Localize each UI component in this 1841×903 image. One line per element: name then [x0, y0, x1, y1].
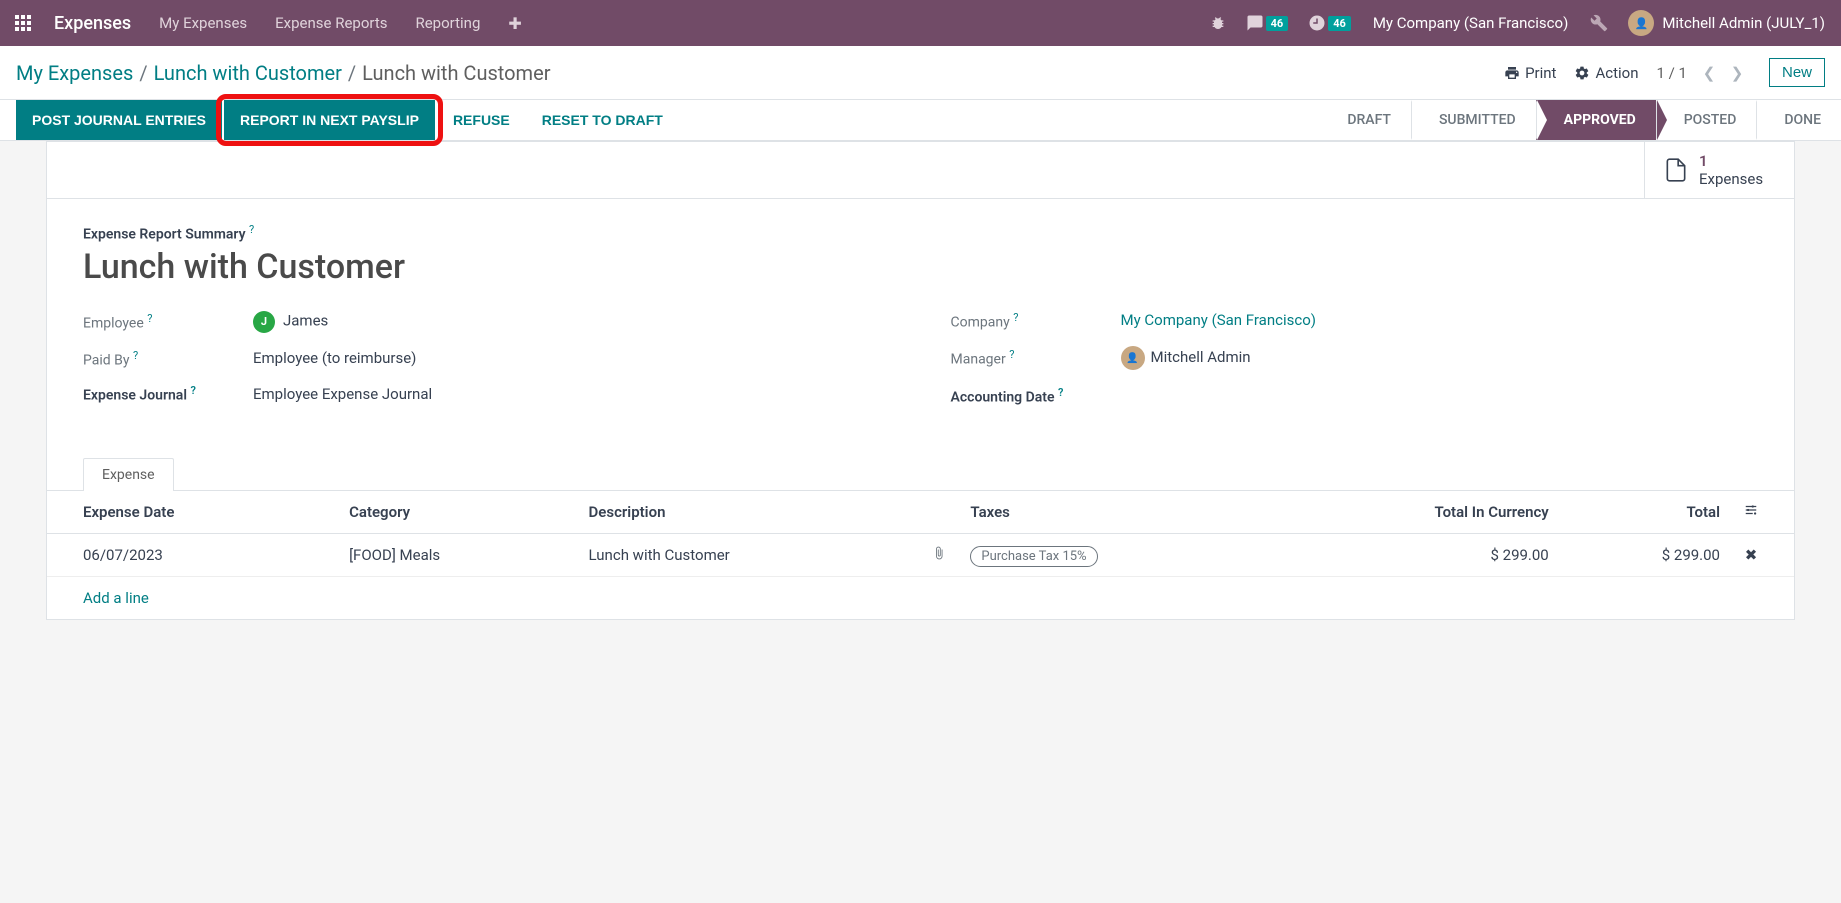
- help-icon[interactable]: ?: [147, 312, 152, 325]
- manager-avatar: 👤: [1121, 346, 1145, 370]
- accdate-label: Accounting Date: [951, 390, 1055, 406]
- app-name[interactable]: Expenses: [40, 13, 145, 34]
- form-sheet: 1 Expenses Expense Report Summary ? Lunc…: [46, 141, 1795, 620]
- new-button[interactable]: New: [1769, 58, 1825, 87]
- manager-field[interactable]: 👤Mitchell Admin: [1121, 346, 1759, 370]
- help-icon[interactable]: ?: [249, 223, 254, 236]
- user-avatar: 👤: [1628, 10, 1654, 36]
- stat-count: 1: [1699, 152, 1763, 170]
- stat-expenses-button[interactable]: 1 Expenses: [1644, 142, 1794, 198]
- activities-icon[interactable]: 46: [1298, 14, 1361, 32]
- statusbar: DRAFT SUBMITTED APPROVED POSTED DONE: [1319, 100, 1841, 140]
- apps-menu-icon[interactable]: [6, 6, 40, 40]
- help-icon[interactable]: ?: [1058, 386, 1063, 399]
- status-done[interactable]: DONE: [1756, 100, 1841, 140]
- help-icon[interactable]: ?: [1013, 311, 1018, 324]
- cell-description[interactable]: Lunch with Customer: [577, 533, 921, 576]
- paidby-label: Paid By: [83, 352, 130, 368]
- nav-expense-reports[interactable]: Expense Reports: [261, 14, 401, 32]
- help-icon[interactable]: ?: [190, 384, 195, 397]
- cell-category[interactable]: [FOOD] Meals: [337, 533, 576, 576]
- help-icon[interactable]: ?: [133, 349, 138, 362]
- attachment-icon[interactable]: [920, 533, 958, 576]
- cell-taxes[interactable]: Purchase Tax 15%: [958, 533, 1273, 576]
- action-button[interactable]: Action: [1574, 64, 1638, 82]
- control-panel: My Expenses / Lunch with Customer / Lunc…: [0, 46, 1841, 100]
- company-label: Company: [951, 314, 1010, 330]
- breadcrumb-mid[interactable]: Lunch with Customer: [154, 61, 342, 85]
- cell-total-currency[interactable]: $ 299.00: [1273, 533, 1561, 576]
- pager-next-icon[interactable]: ❯: [1723, 59, 1751, 87]
- breadcrumb-current: Lunch with Customer: [362, 61, 550, 85]
- breadcrumb: My Expenses / Lunch with Customer / Lunc…: [16, 61, 550, 85]
- debug-icon[interactable]: [1200, 15, 1236, 31]
- nav-my-expenses[interactable]: My Expenses: [145, 14, 261, 32]
- summary-label: Expense Report Summary: [83, 227, 246, 243]
- report-in-next-payslip-button[interactable]: REPORT IN NEXT PAYSLIP: [224, 100, 435, 140]
- paidby-field[interactable]: Employee (to reimburse): [253, 349, 891, 367]
- nav-new-icon[interactable]: ✚: [494, 14, 535, 33]
- status-submitted[interactable]: SUBMITTED: [1411, 100, 1536, 140]
- statusbar-row: POST JOURNAL ENTRIES REPORT IN NEXT PAYS…: [0, 100, 1841, 141]
- th-taxes[interactable]: Taxes: [958, 491, 1273, 534]
- journal-field[interactable]: Employee Expense Journal: [253, 385, 891, 403]
- status-approved[interactable]: APPROVED: [1536, 100, 1656, 140]
- company-field[interactable]: My Company (San Francisco): [1121, 311, 1759, 329]
- reset-to-draft-button[interactable]: RESET TO DRAFT: [526, 100, 679, 140]
- breadcrumb-root[interactable]: My Expenses: [16, 61, 133, 85]
- manager-label: Manager: [951, 352, 1006, 368]
- messages-icon[interactable]: 46: [1236, 14, 1299, 32]
- add-line-button[interactable]: Add a line: [47, 577, 1794, 619]
- cell-date[interactable]: 06/07/2023: [47, 533, 337, 576]
- nav-reporting[interactable]: Reporting: [401, 14, 494, 32]
- th-category[interactable]: Category: [337, 491, 576, 534]
- th-total-currency[interactable]: Total In Currency: [1273, 491, 1561, 534]
- row-delete-icon[interactable]: ✖: [1732, 533, 1794, 576]
- tools-icon[interactable]: [1580, 14, 1618, 32]
- tab-expense[interactable]: Expense: [83, 458, 174, 491]
- th-description[interactable]: Description: [577, 491, 921, 534]
- main-navbar: Expenses My Expenses Expense Reports Rep…: [0, 0, 1841, 46]
- th-date[interactable]: Expense Date: [47, 491, 337, 534]
- record-title[interactable]: Lunch with Customer: [83, 247, 1758, 287]
- activities-badge: 46: [1328, 16, 1351, 31]
- journal-label: Expense Journal: [83, 388, 187, 404]
- help-icon[interactable]: ?: [1009, 348, 1014, 361]
- status-posted[interactable]: POSTED: [1656, 100, 1757, 140]
- user-menu[interactable]: 👤 Mitchell Admin (JULY_1): [1618, 10, 1835, 36]
- post-journal-entries-button[interactable]: POST JOURNAL ENTRIES: [16, 100, 222, 140]
- employee-avatar: J: [253, 311, 275, 333]
- status-draft[interactable]: DRAFT: [1319, 100, 1411, 140]
- table-row[interactable]: 06/07/2023 [FOOD] Meals Lunch with Custo…: [47, 533, 1794, 576]
- th-settings[interactable]: [1732, 491, 1794, 534]
- stat-label: Expenses: [1699, 170, 1763, 188]
- expense-lines-table: Expense Date Category Description Taxes …: [47, 491, 1794, 619]
- user-name: Mitchell Admin (JULY_1): [1662, 14, 1825, 32]
- print-button[interactable]: Print: [1504, 64, 1556, 82]
- refuse-button[interactable]: REFUSE: [437, 100, 526, 140]
- employee-label: Employee: [83, 315, 144, 331]
- th-total[interactable]: Total: [1561, 491, 1732, 534]
- employee-field[interactable]: JJames: [253, 311, 891, 333]
- cell-total[interactable]: $ 299.00: [1561, 533, 1732, 576]
- company-selector[interactable]: My Company (San Francisco): [1361, 14, 1580, 32]
- pager-prev-icon[interactable]: ❮: [1695, 59, 1723, 87]
- messages-badge: 46: [1266, 16, 1289, 31]
- pager: 1 / 1 ❮ ❯: [1656, 59, 1751, 87]
- pager-value[interactable]: 1 / 1: [1656, 64, 1687, 82]
